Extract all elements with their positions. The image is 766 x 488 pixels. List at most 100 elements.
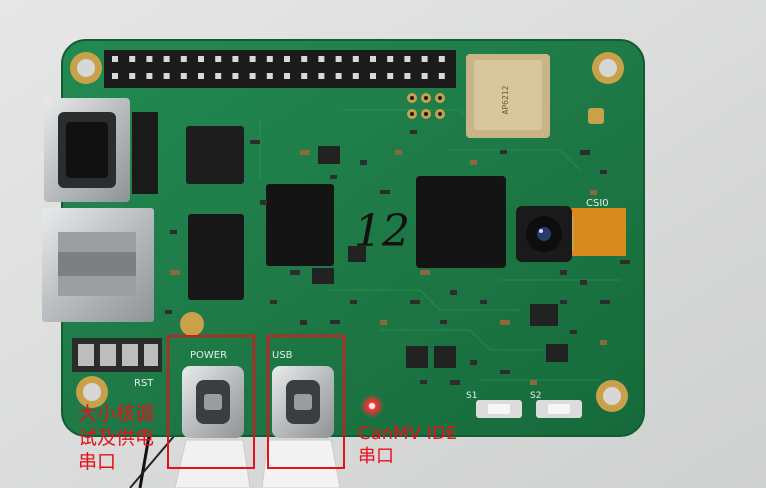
smd-component [600,170,607,174]
smd-component [395,150,402,155]
svg-text:AP6212: AP6212 [501,85,510,114]
smd-component [300,150,310,155]
ethernet-port [42,208,154,322]
gpio-pin [335,56,342,62]
smd-component [250,140,260,144]
gpio-pin [180,73,187,79]
gpio-pin [301,56,308,62]
smd-component [530,380,537,385]
handwritten-number: 12 [354,206,410,257]
gpio-pin [284,56,290,62]
silkscreen-s2: S2 [530,391,541,401]
usb-c-usb-port [272,366,334,438]
hdmi-connector-fpc [132,112,158,194]
annotation-left: 大小核调 试及供电 串口 [78,402,154,474]
smd-component [450,290,457,295]
smd-component [420,380,427,384]
smd-component [330,320,340,324]
smd-component [290,270,300,275]
smd-component [380,320,387,325]
hdmi-port [44,98,130,202]
smd-component [380,190,390,194]
gpio-pin [438,56,445,62]
gpio-pin [129,56,136,62]
gpio-header [104,50,456,88]
pin-header-left [72,338,162,372]
silkscreen-s1: S1 [466,391,477,401]
smd-component [500,370,510,374]
annotation-right-line-1: CanMV IDE [358,423,458,444]
smd-component [560,300,567,304]
gpio-pin [249,56,256,62]
smd-component [410,300,420,304]
gpio-pin [421,73,428,79]
button-s1 [476,400,522,418]
gpio-pin [352,73,359,79]
smd-component [170,230,177,234]
gpio-pin [318,56,325,62]
gpio-pin [163,56,170,62]
gpio-pin [387,73,394,79]
smd-component [620,260,630,264]
gpio-pin [198,56,204,62]
smd-component [440,320,447,324]
wifi-module: AP6212 [466,54,550,138]
gpio-pin [404,56,411,62]
smd-component [590,190,597,195]
smd-component [360,160,367,165]
usb-c-power-port [182,366,244,438]
annotation-left-line-2: 试及供电 [78,427,155,449]
gpio-pin [112,73,118,79]
silkscreen-csi: CSI0 [586,198,609,209]
gpio-pin [352,56,359,62]
gpio-pin [215,56,222,62]
smd-component [500,320,510,325]
gpio-pin [266,73,273,79]
silkscreen-usb: USB [272,350,293,361]
gpio-pin [232,73,239,79]
gpio-pin [266,56,273,62]
gpio-header-body [104,50,456,88]
camera-module [516,206,626,262]
button-s2 [536,400,582,418]
annotation-right-line-2: 串口 [358,446,394,467]
gpio-pin [180,56,187,62]
smd-component [600,340,607,345]
rst-button-pad [180,312,204,336]
gpio-pin [146,56,153,62]
gpio-pin [404,73,411,79]
gpio-pin [198,73,204,79]
smd-component [170,270,180,275]
smd-component [580,150,590,155]
smd-component [300,320,307,325]
gpio-pin [129,73,136,79]
smd-component [410,130,417,134]
annotation-left-line-3: 串口 [78,451,117,473]
antenna-connector [588,108,604,124]
smd-component [470,160,477,165]
smd-component [260,200,267,205]
power-led [369,403,375,409]
gpio-pin [301,73,308,79]
gpio-pin [284,73,290,79]
gpio-pin [215,73,222,79]
silkscreen-power: POWER [190,350,227,361]
smd-component [165,310,172,314]
smd-component [450,380,460,385]
gpio-pin [387,56,394,62]
smd-component [350,300,357,304]
smd-component [500,150,507,154]
smd-component [470,360,477,365]
smd-component [270,300,277,304]
gpio-pin [112,56,118,62]
smd-component [600,300,610,304]
gpio-pin [318,73,325,79]
gpio-pin [146,73,153,79]
gpio-pin [438,73,445,79]
smd-component [480,300,487,304]
annotation-left-line-1: 大小核调 [78,403,155,425]
gpio-pin [249,73,256,79]
smd-component [580,280,587,285]
annotation-right: CanMV IDE 串口 [358,422,457,468]
silkscreen-rst: RST [134,378,154,389]
